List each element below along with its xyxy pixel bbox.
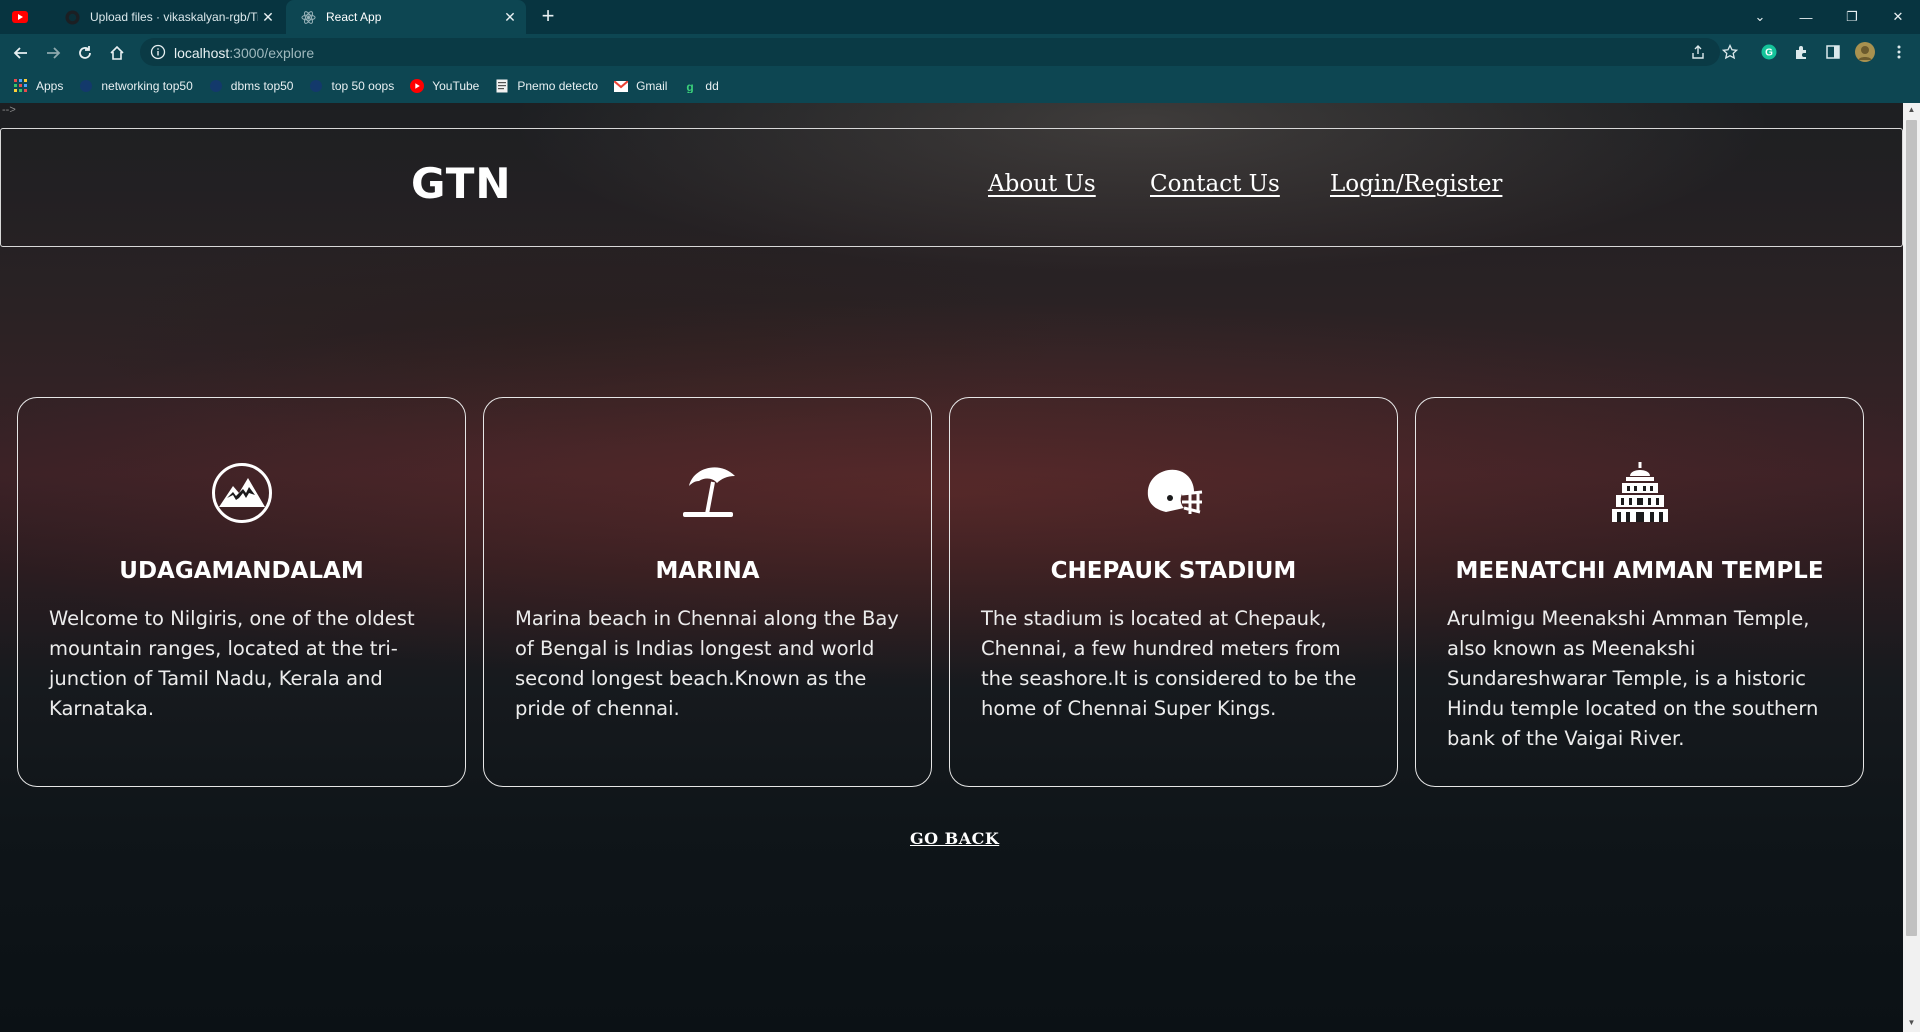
bookmark-label: dbms top50 — [230, 79, 294, 93]
card-description: Welcome to Nilgiris, one of the oldest m… — [49, 607, 415, 720]
globe-icon — [309, 79, 323, 93]
close-tab-icon[interactable]: ✕ — [500, 9, 520, 26]
react-icon — [300, 9, 316, 25]
svg-text:G: G — [1765, 48, 1773, 59]
tab-title: React App — [326, 10, 382, 24]
tab-youtube-pinned[interactable] — [12, 0, 46, 34]
bookmark-label: networking top50 — [101, 79, 193, 93]
share-icon[interactable] — [1688, 42, 1708, 62]
browser-menu-icon[interactable] — [1889, 42, 1909, 62]
card-description: Marina beach in Chennai along the Bay of… — [515, 607, 899, 720]
home-icon[interactable] — [106, 42, 128, 64]
apps-grid-icon — [14, 79, 28, 93]
bookmark-gmail[interactable]: Gmail — [614, 79, 667, 93]
destination-card-udagamandalam[interactable]: UDAGAMANDALAM Welcome to Nilgiris, one o… — [17, 397, 466, 787]
mountain-icon — [211, 463, 272, 523]
nav-about-link[interactable]: About Us — [988, 171, 1096, 197]
extensions-icon[interactable] — [1791, 42, 1811, 62]
reload-icon[interactable] — [74, 42, 96, 64]
globe-icon — [209, 79, 223, 93]
destination-card-marina[interactable]: MARINA Marina beach in Chennai along the… — [483, 397, 932, 787]
nav-login-register-link[interactable]: Login/Register — [1330, 171, 1502, 197]
site-navbar: GTN About Us Contact Us Login/Register — [0, 128, 1903, 247]
site-info-icon[interactable] — [150, 44, 166, 60]
stray-comment-text: --> — [2, 104, 16, 116]
scroll-up-arrow-icon[interactable]: ▲ — [1906, 105, 1917, 117]
bookmark-label: Gmail — [636, 79, 668, 93]
svg-text:g: g — [687, 80, 694, 93]
card-title: MARINA — [655, 558, 760, 584]
football-helmet-icon — [1147, 469, 1202, 514]
bookmark-oops[interactable]: top 50 oops — [309, 79, 394, 93]
close-window-button[interactable]: ✕ — [1878, 0, 1918, 34]
github-icon — [64, 9, 80, 25]
tab-title: Upload files · vikaskalyan-rgb/Tra — [90, 10, 258, 24]
document-icon — [495, 79, 509, 93]
temple-icon — [1611, 462, 1668, 522]
url-host: localhost — [174, 45, 230, 61]
nav-contact-link[interactable]: Contact Us — [1150, 171, 1280, 197]
bookmark-label: YouTube — [432, 79, 480, 93]
bookmark-star-icon[interactable] — [1720, 42, 1740, 62]
grammarly-icon[interactable]: G — [1759, 42, 1779, 62]
bookmark-dd[interactable]: g dd — [683, 79, 719, 93]
restore-button[interactable]: ❐ — [1832, 0, 1872, 34]
site-logo[interactable]: GTN — [411, 159, 512, 208]
bookmark-label: Apps — [36, 79, 64, 93]
new-tab-button[interactable]: + — [536, 5, 560, 29]
gmail-icon — [614, 79, 629, 93]
url-path: :3000/explore — [229, 45, 315, 61]
scrollbar-thumb[interactable] — [1906, 120, 1917, 936]
go-back-link[interactable]: GO BACK — [910, 829, 999, 848]
card-title: MEENATCHI AMMAN TEMPLE — [1455, 558, 1824, 584]
tab-search-icon[interactable]: ⌄ — [1740, 0, 1780, 34]
browser-chrome: Upload files · vikaskalyan-rgb/Tra ✕ Rea… — [0, 0, 1920, 103]
url-text[interactable]: localhost:3000/explore — [174, 45, 314, 61]
bookmark-apps[interactable]: Apps — [14, 79, 63, 93]
globe-icon — [79, 79, 93, 93]
close-tab-icon[interactable]: ✕ — [258, 9, 278, 26]
card-title: CHEPAUK STADIUM — [1050, 558, 1297, 584]
address-bar[interactable] — [140, 38, 1720, 66]
minimize-button[interactable]: — — [1786, 0, 1826, 34]
destination-card-meenatchi[interactable]: MEENATCHI AMMAN TEMPLE Arulmigu Meenaksh… — [1415, 397, 1864, 787]
tab-strip: Upload files · vikaskalyan-rgb/Tra ✕ Rea… — [0, 0, 1920, 34]
card-description: The stadium is located at Chepauk, Chenn… — [981, 607, 1357, 720]
bookmark-youtube[interactable]: YouTube — [410, 79, 479, 93]
forward-icon[interactable] — [42, 42, 64, 64]
bookmarks-bar: Apps networking top50 dbms top50 top 50 … — [0, 72, 1920, 100]
card-title: UDAGAMANDALAM — [119, 558, 364, 584]
destination-card-chepauk[interactable]: CHEPAUK STADIUM The stadium is located a… — [949, 397, 1398, 787]
youtube-icon — [410, 79, 425, 93]
beach-umbrella-icon — [682, 467, 735, 517]
g-icon: g — [683, 79, 697, 93]
tab-upload-files[interactable]: Upload files · vikaskalyan-rgb/Tra ✕ — [50, 0, 284, 34]
bookmark-networking[interactable]: networking top50 — [79, 79, 193, 93]
side-panel-icon[interactable] — [1823, 42, 1843, 62]
youtube-icon — [12, 9, 28, 25]
bookmark-label: dd — [705, 79, 719, 93]
scroll-down-arrow-icon[interactable]: ▼ — [1906, 1018, 1917, 1030]
bookmark-label: top 50 oops — [331, 79, 395, 93]
card-description: Arulmigu Meenakshi Amman Temple, also kn… — [1447, 607, 1819, 750]
bookmark-label: Pnemo detecto — [517, 79, 599, 93]
bookmark-dbms[interactable]: dbms top50 — [209, 79, 294, 93]
tab-react-app[interactable]: React App ✕ — [286, 0, 526, 34]
profile-avatar[interactable] — [1855, 42, 1875, 62]
bookmark-pnemo[interactable]: Pnemo detecto — [495, 79, 598, 93]
back-icon[interactable] — [10, 42, 32, 64]
